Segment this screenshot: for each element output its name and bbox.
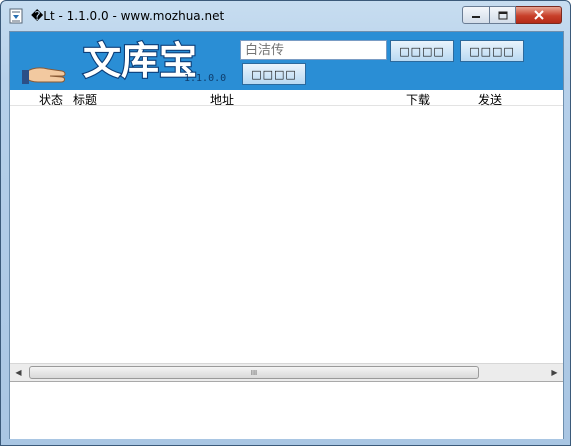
close-button[interactable] xyxy=(516,6,562,24)
app-window: �Lt - 1.1.0.0 - www.mozhua.net 文库宝 1.1.0… xyxy=(0,0,571,446)
toolbar-button-3[interactable]: □□□□ xyxy=(242,63,306,85)
toolbar-button-2[interactable]: □□□□ xyxy=(460,40,524,62)
maximize-button[interactable] xyxy=(490,6,516,24)
arrow-left-icon: ◀ xyxy=(15,368,22,377)
svg-text:文库宝: 文库宝 xyxy=(83,39,197,83)
horizontal-scrollbar[interactable]: ◀ III ▶ xyxy=(10,363,563,381)
scroll-right-button[interactable]: ▶ xyxy=(546,364,563,381)
scrollbar-thumb[interactable]: III xyxy=(29,366,479,379)
toolbar-button-1[interactable]: □□□□ xyxy=(390,40,454,62)
window-title: �Lt - 1.1.0.0 - www.mozhua.net xyxy=(31,9,225,23)
search-input[interactable] xyxy=(240,40,387,60)
title-bar[interactable]: �Lt - 1.1.0.0 - www.mozhua.net xyxy=(1,1,570,31)
minimize-button[interactable] xyxy=(462,6,490,24)
list-body[interactable] xyxy=(10,106,563,363)
version-label: 1.1.0.0 xyxy=(184,73,227,84)
arrow-right-icon: ▶ xyxy=(551,368,558,377)
scroll-left-button[interactable]: ◀ xyxy=(10,364,27,381)
toolbar-banner: 文库宝 1.1.0.0 □□□□ □□□□ □□□□ xyxy=(10,32,563,90)
app-icon xyxy=(9,8,23,24)
hand-icon xyxy=(22,67,66,84)
list-header: 状态 标题 地址 下载 发送 xyxy=(10,90,563,107)
close-icon xyxy=(533,10,544,20)
client-area: 文库宝 1.1.0.0 □□□□ □□□□ □□□□ 状态 标题 地址 下载 发… xyxy=(9,31,564,439)
maximize-icon xyxy=(498,11,507,19)
minimize-icon xyxy=(472,16,480,18)
log-panel[interactable] xyxy=(10,381,563,439)
scrollbar-grip: III xyxy=(250,368,258,377)
